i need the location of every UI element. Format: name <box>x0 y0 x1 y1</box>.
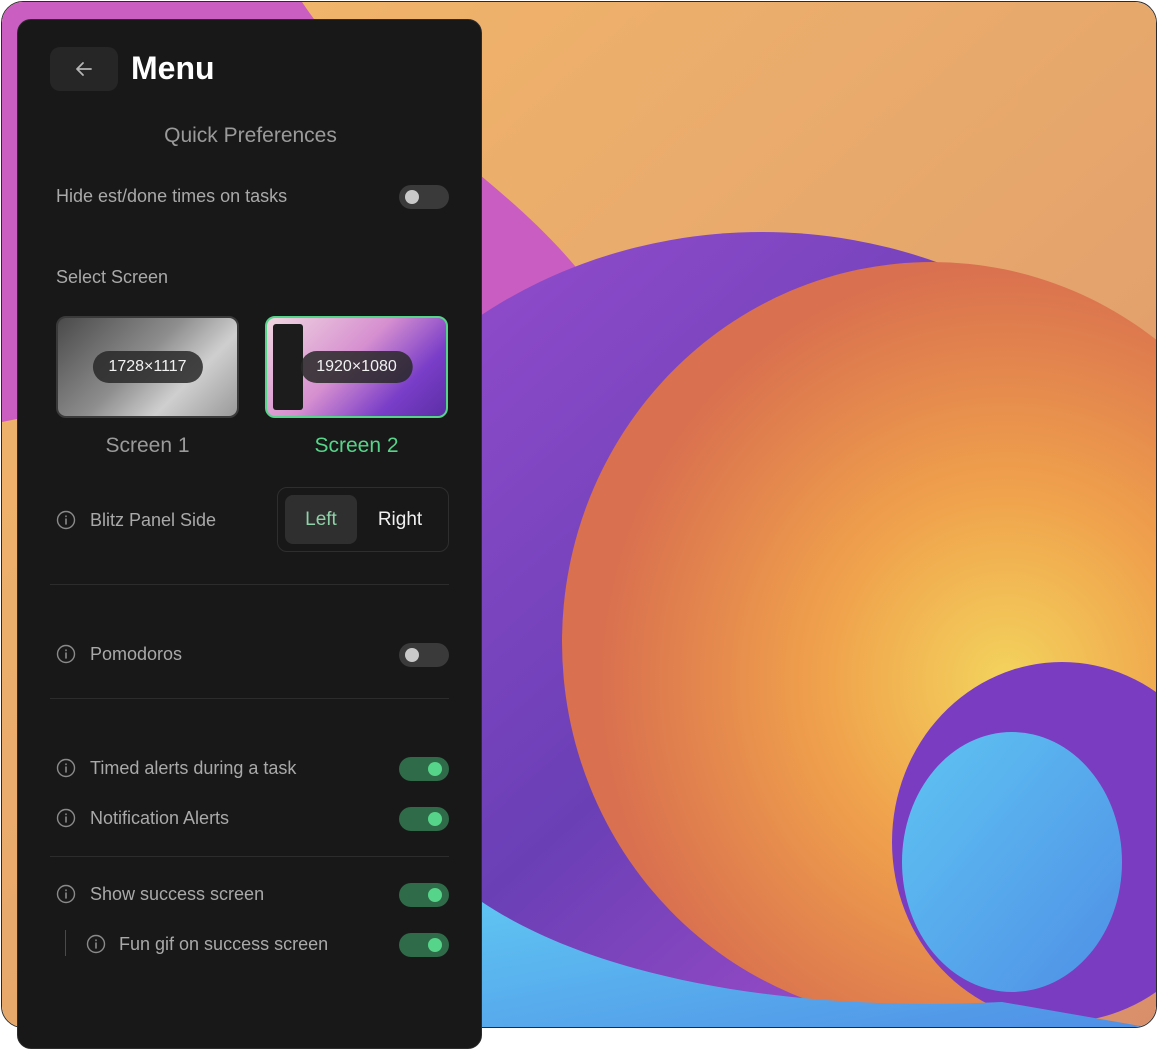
toggle-knob <box>428 762 442 776</box>
screen-1-label: Screen 1 <box>105 434 190 457</box>
back-button[interactable] <box>50 47 118 91</box>
mini-panel-preview <box>273 324 303 410</box>
toggle-knob <box>405 190 419 204</box>
info-icon[interactable] <box>56 884 76 904</box>
divider <box>50 584 449 585</box>
divider <box>50 698 449 699</box>
success-screen-toggle[interactable] <box>399 883 449 907</box>
screen-2-label: Screen 2 <box>314 434 399 457</box>
timed-alerts-label: Timed alerts during a task <box>90 758 297 778</box>
info-icon[interactable] <box>56 644 76 664</box>
arrow-left-icon <box>76 62 92 76</box>
toggle-knob <box>428 888 442 902</box>
panel-side-segmented-control: Left Right <box>277 487 449 552</box>
info-icon[interactable] <box>56 510 76 530</box>
menu-panel: Menu Quick Preferences Hide est/done tim… <box>17 19 482 1049</box>
select-screen-label: Select Screen <box>56 267 169 287</box>
screen-1-thumbnail[interactable]: 1728×1117 <box>56 316 239 418</box>
notification-alerts-label: Notification Alerts <box>90 808 230 828</box>
toggle-knob <box>428 938 442 952</box>
info-icon[interactable] <box>56 758 76 778</box>
success-screen-label: Show success screen <box>90 884 265 904</box>
hide-times-toggle[interactable] <box>399 185 449 209</box>
toggle-knob <box>428 812 442 826</box>
pomodoros-label: Pomodoros <box>90 644 183 664</box>
info-icon[interactable] <box>86 934 106 954</box>
toggle-knob <box>405 648 419 662</box>
screen-2-resolution: 1920×1080 <box>300 351 413 383</box>
panel-side-label: Blitz Panel Side <box>90 510 217 530</box>
section-title-quick-preferences: Quick Preferences <box>164 124 337 147</box>
hide-times-label: Hide est/done times on tasks <box>56 186 288 206</box>
panel-side-right-option[interactable]: Right <box>364 495 436 544</box>
timed-alerts-toggle[interactable] <box>399 757 449 781</box>
pomodoros-toggle[interactable] <box>399 643 449 667</box>
info-icon[interactable] <box>56 808 76 828</box>
nested-indicator-line <box>65 930 66 956</box>
panel-side-left-option[interactable]: Left <box>285 495 357 544</box>
screen-1-resolution: 1728×1117 <box>92 351 203 383</box>
fun-gif-toggle[interactable] <box>399 933 449 957</box>
notification-alerts-toggle[interactable] <box>399 807 449 831</box>
divider <box>50 856 449 857</box>
page-title: Menu <box>131 50 215 86</box>
fun-gif-label: Fun gif on success screen <box>119 934 329 954</box>
screen-2-thumbnail[interactable]: 1920×1080 <box>265 316 448 418</box>
